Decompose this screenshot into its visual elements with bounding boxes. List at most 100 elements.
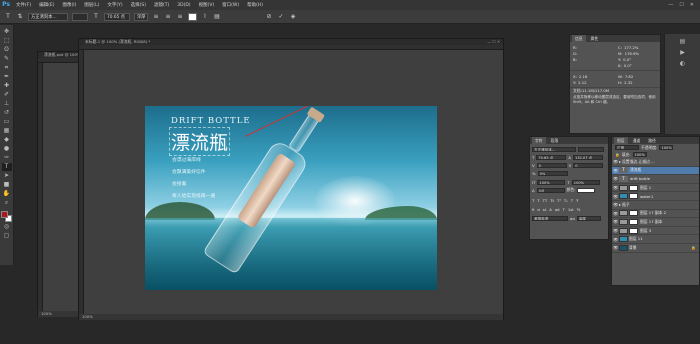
headline-chinese[interactable]: 漂流瓶 [169, 127, 231, 156]
eraser-tool-icon[interactable]: ▭ [2, 118, 12, 126]
underline-icon[interactable]: T [571, 198, 573, 203]
folder-icon[interactable]: ▸ [619, 202, 621, 207]
history-panel-icon[interactable]: ▤ [665, 38, 700, 45]
gradient-tool-icon[interactable]: ▦ [2, 127, 12, 135]
antialias-select[interactable]: 浑厚 [134, 12, 148, 21]
half-icon[interactable]: ½ [577, 207, 581, 212]
warp-text-icon[interactable]: ⌇ [201, 13, 209, 21]
lock-icon[interactable]: 🔒 [615, 152, 620, 157]
layer-row[interactable]: 👁 water1 [612, 192, 699, 201]
faux-italic-icon[interactable]: T [537, 198, 539, 203]
document-title[interactable]: 漂流瓶.psd @ 100%... [38, 52, 82, 58]
zoom-status[interactable]: 100% [79, 314, 503, 320]
type-tool-icon[interactable]: T [4, 13, 12, 21]
cancel-icon[interactable]: ⊘ [265, 13, 273, 21]
eye-icon[interactable]: 👁 [612, 185, 619, 190]
small-caps-icon[interactable]: Tt [550, 198, 554, 203]
healing-tool-icon[interactable]: ✚ [2, 82, 12, 90]
character-panel-icon[interactable]: ▤ [213, 13, 221, 21]
foreground-color-swatch[interactable] [1, 211, 8, 218]
move-tool-icon[interactable]: ✥ [2, 28, 12, 36]
menu-image[interactable]: 图像(I) [58, 2, 80, 8]
stamp-tool-icon[interactable]: ⊥ [2, 100, 12, 108]
type-tool-icon[interactable]: T [1, 163, 12, 171]
layer-row[interactable]: 👁 背景 🔒 [612, 244, 699, 253]
menu-filter[interactable]: 滤镜(T) [150, 2, 173, 8]
tab-paths[interactable]: 路径 [645, 137, 659, 144]
eye-icon[interactable]: 👁 [612, 202, 619, 207]
layer-row[interactable]: 👁 T 漂流瓶 [612, 166, 699, 176]
font-style-field[interactable] [578, 146, 604, 152]
font-family-field[interactable]: 方正清刻本... [532, 146, 576, 152]
language-select[interactable]: 美国英语 [532, 215, 568, 221]
eye-icon[interactable]: 👁 [612, 219, 619, 224]
strikethrough-icon[interactable]: Ŧ [576, 198, 578, 203]
artwork-canvas[interactable]: DRIFT BOTTLE 漂流瓶 会漂过海岸线 会飘满美好信件 会接着 寄人给实… [145, 106, 437, 290]
menu-help[interactable]: 帮助(H) [243, 2, 267, 8]
menu-edit[interactable]: 编辑(E) [35, 2, 58, 8]
layer-row[interactable]: 👁 图层 17 副本 [612, 218, 699, 227]
blur-tool-icon[interactable]: ◆ [2, 136, 12, 144]
quick-select-tool-icon[interactable]: ✎ [2, 55, 12, 63]
layer-row[interactable]: 👁 图层 17 副本 2 [612, 210, 699, 219]
document-window-controls[interactable]: — ☐ ✕ [487, 39, 500, 45]
antialias-select[interactable]: 浑厚 [576, 215, 601, 221]
ordinal-icon[interactable]: T [563, 207, 565, 212]
canvas-area[interactable] [43, 63, 82, 311]
screen-mode-icon[interactable]: ▢ [2, 232, 12, 240]
eye-icon[interactable]: 👁 [612, 176, 619, 181]
3d-icon[interactable]: ◈ [289, 13, 297, 21]
align-center-icon[interactable]: ≡ [164, 13, 172, 21]
quick-mask-icon[interactable]: ◎ [2, 223, 12, 231]
horizontal-scale-field[interactable]: 100% [571, 179, 600, 185]
eye-icon[interactable]: 👁 [612, 245, 619, 250]
font-size-field[interactable]: 70.65 点 [536, 154, 567, 160]
kerning-field[interactable]: 0 [536, 162, 567, 168]
faux-bold-icon[interactable]: T [532, 198, 534, 203]
subscript-icon[interactable]: T₁ [564, 198, 568, 203]
font-family-select[interactable]: 方正清刻本... [28, 12, 68, 21]
document-title[interactable]: 未标题-1 @ 100% (漂流瓶, RGB/8) * — ☐ ✕ [79, 39, 503, 45]
tab-info[interactable]: 信息 [572, 35, 586, 42]
vertical-scale-field[interactable]: 100% [537, 179, 566, 185]
superscript-icon[interactable]: T¹ [557, 198, 561, 203]
layer-row[interactable]: 👁 图层 3 [612, 227, 699, 236]
layer-row[interactable]: 👁 图层 1 [612, 184, 699, 193]
layer-row[interactable]: 👁 ▸ 设置描边,让描边 ... [612, 158, 699, 167]
eyedropper-tool-icon[interactable]: ✒ [2, 73, 12, 81]
text-orientation-icon[interactable]: ⇅ [16, 13, 24, 21]
tab-paragraph[interactable]: 段落 [548, 137, 562, 144]
menu-view[interactable]: 视图(V) [195, 2, 219, 8]
tab-properties[interactable]: 属性 [588, 35, 602, 42]
minimize-icon[interactable]: — [668, 2, 673, 8]
adjustments-panel-icon[interactable]: ◐ [665, 60, 700, 67]
brush-tool-icon[interactable]: ✐ [2, 91, 12, 99]
baseline-field[interactable]: 0点 [536, 187, 565, 193]
crop-tool-icon[interactable]: ⌗ [2, 64, 12, 72]
eye-icon[interactable]: 👁 [612, 194, 619, 199]
eye-icon[interactable]: 👁 [612, 168, 619, 173]
eye-icon[interactable]: 👁 [612, 228, 619, 233]
align-left-icon[interactable]: ≡ [152, 13, 160, 21]
tab-character[interactable]: 字符 [532, 137, 546, 144]
eye-icon[interactable]: 👁 [612, 211, 619, 216]
folder-icon[interactable]: ▸ [619, 159, 621, 164]
zoom-status[interactable]: 100% [38, 311, 82, 317]
lasso-tool-icon[interactable]: ʘ [2, 46, 12, 54]
menu-3d[interactable]: 3D(D) [173, 3, 194, 8]
actions-panel-icon[interactable]: ▶ [665, 49, 700, 56]
layer-row[interactable]: 👁 Tdrift bottle [612, 175, 699, 184]
menu-type[interactable]: 文字(Y) [103, 2, 126, 8]
layer-row[interactable]: 👁 ▸ 瓶子 [612, 201, 699, 210]
leading-field[interactable]: 132.07 点 [572, 154, 603, 160]
color-swatches[interactable] [1, 211, 12, 222]
eye-icon[interactable]: 👁 [612, 237, 619, 242]
text-color-swatch[interactable] [577, 187, 596, 193]
swash-icon[interactable]: st [543, 207, 546, 212]
menu-window[interactable]: 窗口(W) [218, 2, 243, 8]
tracking-field[interactable]: 0 [573, 162, 604, 168]
text-color-swatch[interactable] [188, 12, 197, 21]
path-select-tool-icon[interactable]: ➤ [2, 172, 12, 180]
font-style-select[interactable] [72, 12, 88, 21]
all-caps-icon[interactable]: TT [543, 198, 548, 203]
